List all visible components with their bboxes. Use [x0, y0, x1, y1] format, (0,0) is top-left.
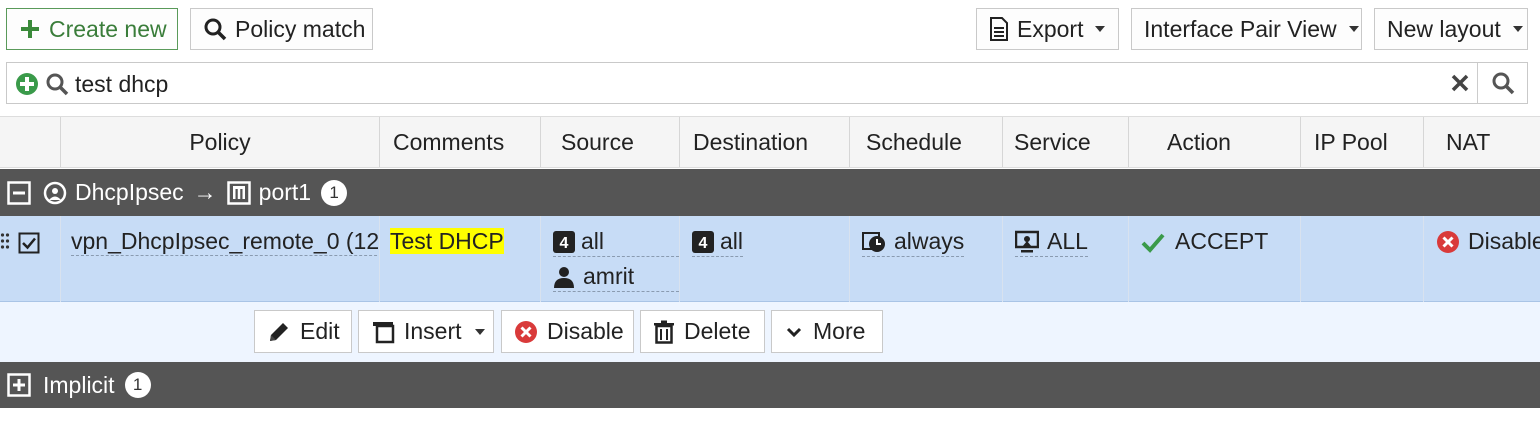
cell-nat: Disabled	[1423, 216, 1540, 302]
ipv4-address-icon: 4	[692, 230, 714, 253]
ipv4-address-icon: 4	[553, 230, 575, 253]
create-new-label: Create new	[49, 15, 167, 42]
header-schedule[interactable]: Schedule	[849, 117, 1002, 167]
collapse-icon[interactable]	[7, 180, 31, 205]
pencil-icon	[267, 320, 291, 344]
row-checkbox[interactable]	[18, 232, 40, 260]
new-layout-label: New layout	[1387, 15, 1501, 42]
search-input[interactable]: test dhcp	[75, 71, 168, 98]
cell-comments: Test DHCP	[379, 216, 540, 302]
insert-button[interactable]: Insert	[358, 310, 494, 353]
header-nat[interactable]: NAT	[1423, 117, 1540, 167]
cell-destination: 4 all	[679, 216, 849, 302]
delete-label: Delete	[684, 318, 751, 344]
svg-text:4: 4	[560, 235, 569, 252]
header-destination[interactable]: Destination	[679, 117, 849, 167]
source-address[interactable]: all	[581, 228, 604, 255]
divider	[1477, 63, 1478, 103]
search-bar: test dhcp	[6, 62, 1528, 104]
comment-text: Test DHCP	[390, 228, 504, 254]
nat-value: Disabled	[1468, 228, 1540, 254]
cell-source: 4 all amrit	[540, 216, 679, 302]
header-service[interactable]: Service	[1002, 117, 1128, 167]
disable-icon	[514, 320, 538, 344]
policy-match-button[interactable]: Policy match	[190, 8, 373, 50]
svg-text:4: 4	[699, 235, 708, 252]
schedule-clock-icon	[862, 231, 886, 253]
delete-button[interactable]: Delete	[640, 310, 765, 353]
cell-schedule: always	[849, 216, 1002, 302]
header-ip-pool[interactable]: IP Pool	[1300, 117, 1423, 167]
cell-policy[interactable]: vpn_DhcpIpsec_remote_0 (12)	[60, 216, 379, 302]
source-user[interactable]: amrit	[583, 263, 634, 290]
group-name: Implicit	[43, 371, 115, 398]
table-row[interactable]: vpn_DhcpIpsec_remote_0 (12) Test DHCP 4 …	[0, 216, 1540, 302]
create-new-button[interactable]: Create new	[6, 8, 178, 50]
header-select[interactable]	[0, 117, 60, 167]
more-button[interactable]: More	[771, 310, 883, 353]
policy-name-link[interactable]: vpn_DhcpIpsec_remote_0 (12)	[71, 228, 379, 256]
destination-address[interactable]: all	[720, 228, 743, 255]
trash-icon	[653, 320, 675, 344]
group-source-interface: DhcpIpsec	[75, 179, 184, 205]
add-filter-icon[interactable]	[15, 72, 39, 102]
action-value: ACCEPT	[1175, 228, 1269, 254]
more-label: More	[813, 318, 866, 344]
group-header-implicit[interactable]: Implicit 1	[0, 362, 1540, 408]
expand-icon[interactable]	[7, 373, 31, 397]
disabled-icon	[1436, 230, 1460, 254]
header-comments[interactable]: Comments	[379, 117, 540, 167]
cell-service: ALL	[1002, 216, 1128, 302]
insert-label: Insert	[404, 318, 462, 344]
check-icon	[1141, 231, 1165, 253]
search-icon	[45, 72, 69, 102]
user-icon	[553, 266, 575, 288]
search-submit-icon[interactable]	[1491, 71, 1515, 101]
header-action[interactable]: Action	[1128, 117, 1300, 167]
cell-action: ACCEPT	[1128, 216, 1300, 302]
interface-pair-view-label: Interface Pair View	[1144, 15, 1337, 42]
arrow: →	[193, 179, 217, 205]
row-select-cell[interactable]	[0, 216, 60, 302]
port-icon	[226, 180, 251, 205]
count-badge: 1	[124, 372, 151, 398]
search-icon	[203, 17, 227, 41]
new-layout-button[interactable]: New layout	[1374, 8, 1528, 50]
disable-label: Disable	[547, 318, 624, 344]
group-destination-interface: port1	[258, 179, 312, 205]
count-badge: 1	[321, 179, 348, 206]
interface-pair-view-button[interactable]: Interface Pair View	[1131, 8, 1362, 50]
insert-icon	[371, 320, 395, 344]
chevron-down-icon	[784, 322, 804, 342]
plus-icon	[19, 18, 41, 40]
policy-match-label: Policy match	[235, 15, 366, 42]
header-policy[interactable]: Policy	[60, 117, 379, 167]
chevron-down-icon	[1095, 26, 1106, 32]
disable-button[interactable]: Disable	[501, 310, 634, 353]
export-button[interactable]: Export	[976, 8, 1119, 50]
cell-ip-pool	[1300, 216, 1423, 302]
chevron-down-icon	[1348, 26, 1359, 32]
edit-button[interactable]: Edit	[254, 310, 352, 353]
export-label: Export	[1017, 15, 1084, 42]
service-value[interactable]: ALL	[1047, 228, 1088, 255]
edit-label: Edit	[300, 318, 340, 344]
table-header: Policy Comments Source Destination Sched…	[0, 116, 1540, 168]
drag-handle-icon[interactable]	[0, 232, 10, 260]
chevron-down-icon	[474, 328, 485, 335]
row-actions-bar: Edit Insert Disable Delete More	[0, 302, 1540, 362]
service-icon	[1015, 230, 1039, 254]
clear-icon[interactable]	[1450, 73, 1470, 99]
tunnel-interface-icon	[43, 181, 67, 205]
header-source[interactable]: Source	[540, 117, 679, 167]
chevron-down-icon	[1512, 26, 1523, 32]
group-header-interface-pair[interactable]: DhcpIpsec → port1 1	[0, 169, 1540, 216]
schedule-value[interactable]: always	[894, 228, 964, 255]
document-icon	[989, 17, 1009, 41]
